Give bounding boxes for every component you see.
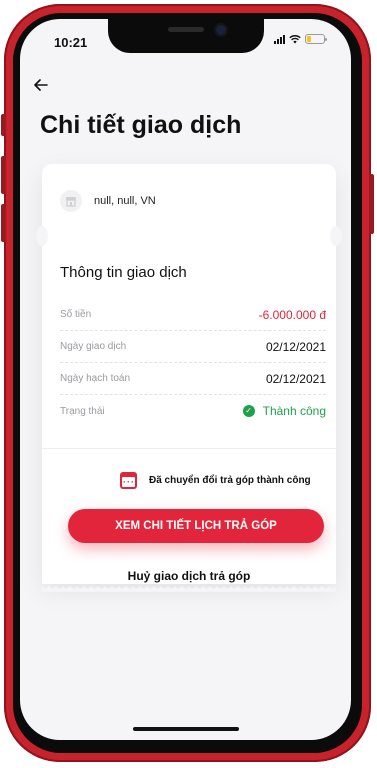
amount-label: Số tiền: [60, 309, 92, 320]
merchant-row: null, null, VN: [60, 190, 156, 212]
posting-date-label: Ngày hạch toán: [60, 373, 131, 384]
section-title: Thông tin giao dịch: [60, 264, 187, 281]
status-label: Trạng thái: [60, 405, 105, 417]
store-icon: [60, 190, 82, 212]
merchant-name: null, null, VN: [94, 195, 156, 207]
installment-note-text: Đã chuyển đổi trả góp thành công: [149, 475, 311, 486]
wifi-icon: [289, 35, 301, 44]
screen: 10:21 Chi tiết giao dịch null, null, VN: [20, 19, 351, 740]
transaction-date-row: Ngày giao dịch 02/12/2021: [60, 331, 326, 363]
volume-up-button: [1, 156, 6, 194]
check-circle-icon: ✓: [242, 405, 255, 417]
status-time: 10:21: [54, 35, 88, 50]
volume-down-button: [1, 204, 6, 242]
transaction-card: null, null, VN Thông tin giao dịch Số ti…: [36, 164, 342, 592]
view-installment-schedule-button[interactable]: XEM CHI TIẾT LỊCH TRẢ GÓP: [68, 509, 324, 543]
transaction-details: Số tiền -6.000.000 đ Ngày giao dịch 02/1…: [60, 299, 326, 427]
front-camera: [216, 25, 226, 35]
battery-icon: [305, 34, 327, 44]
speaker: [168, 27, 204, 32]
signal-icon: [274, 34, 285, 44]
notch: [108, 19, 264, 53]
amount-row: Số tiền -6.000.000 đ: [60, 299, 326, 331]
calendar-icon: [120, 472, 137, 489]
status-icons: [274, 34, 327, 44]
divider: [42, 448, 336, 449]
back-arrow-icon[interactable]: [34, 75, 48, 95]
transaction-date-value: 02/12/2021: [265, 339, 326, 354]
ticket-zigzag-edge: [42, 586, 336, 592]
status-text: Thành công: [262, 404, 326, 418]
posting-date-row: Ngày hạch toán 02/12/2021: [60, 363, 326, 395]
ticket-notch-left: [36, 226, 48, 246]
posting-date-value: 02/12/2021: [265, 371, 326, 386]
home-indicator: [133, 727, 239, 731]
page-title: Chi tiết giao dịch: [40, 111, 242, 139]
mute-switch: [1, 114, 6, 136]
ticket-notch-right: [330, 226, 342, 246]
transaction-date-label: Ngày giao dịch: [60, 341, 127, 352]
cancel-installment-link[interactable]: Huỷ giao dịch trả góp: [42, 569, 336, 583]
status-value: ✓ Thành công: [242, 404, 326, 418]
status-row: Trạng thái ✓ Thành công: [60, 395, 326, 427]
installment-note: Đã chuyển đổi trả góp thành công: [120, 472, 311, 489]
power-button: [369, 174, 374, 234]
amount-value: -6.000.000 đ: [258, 307, 326, 322]
